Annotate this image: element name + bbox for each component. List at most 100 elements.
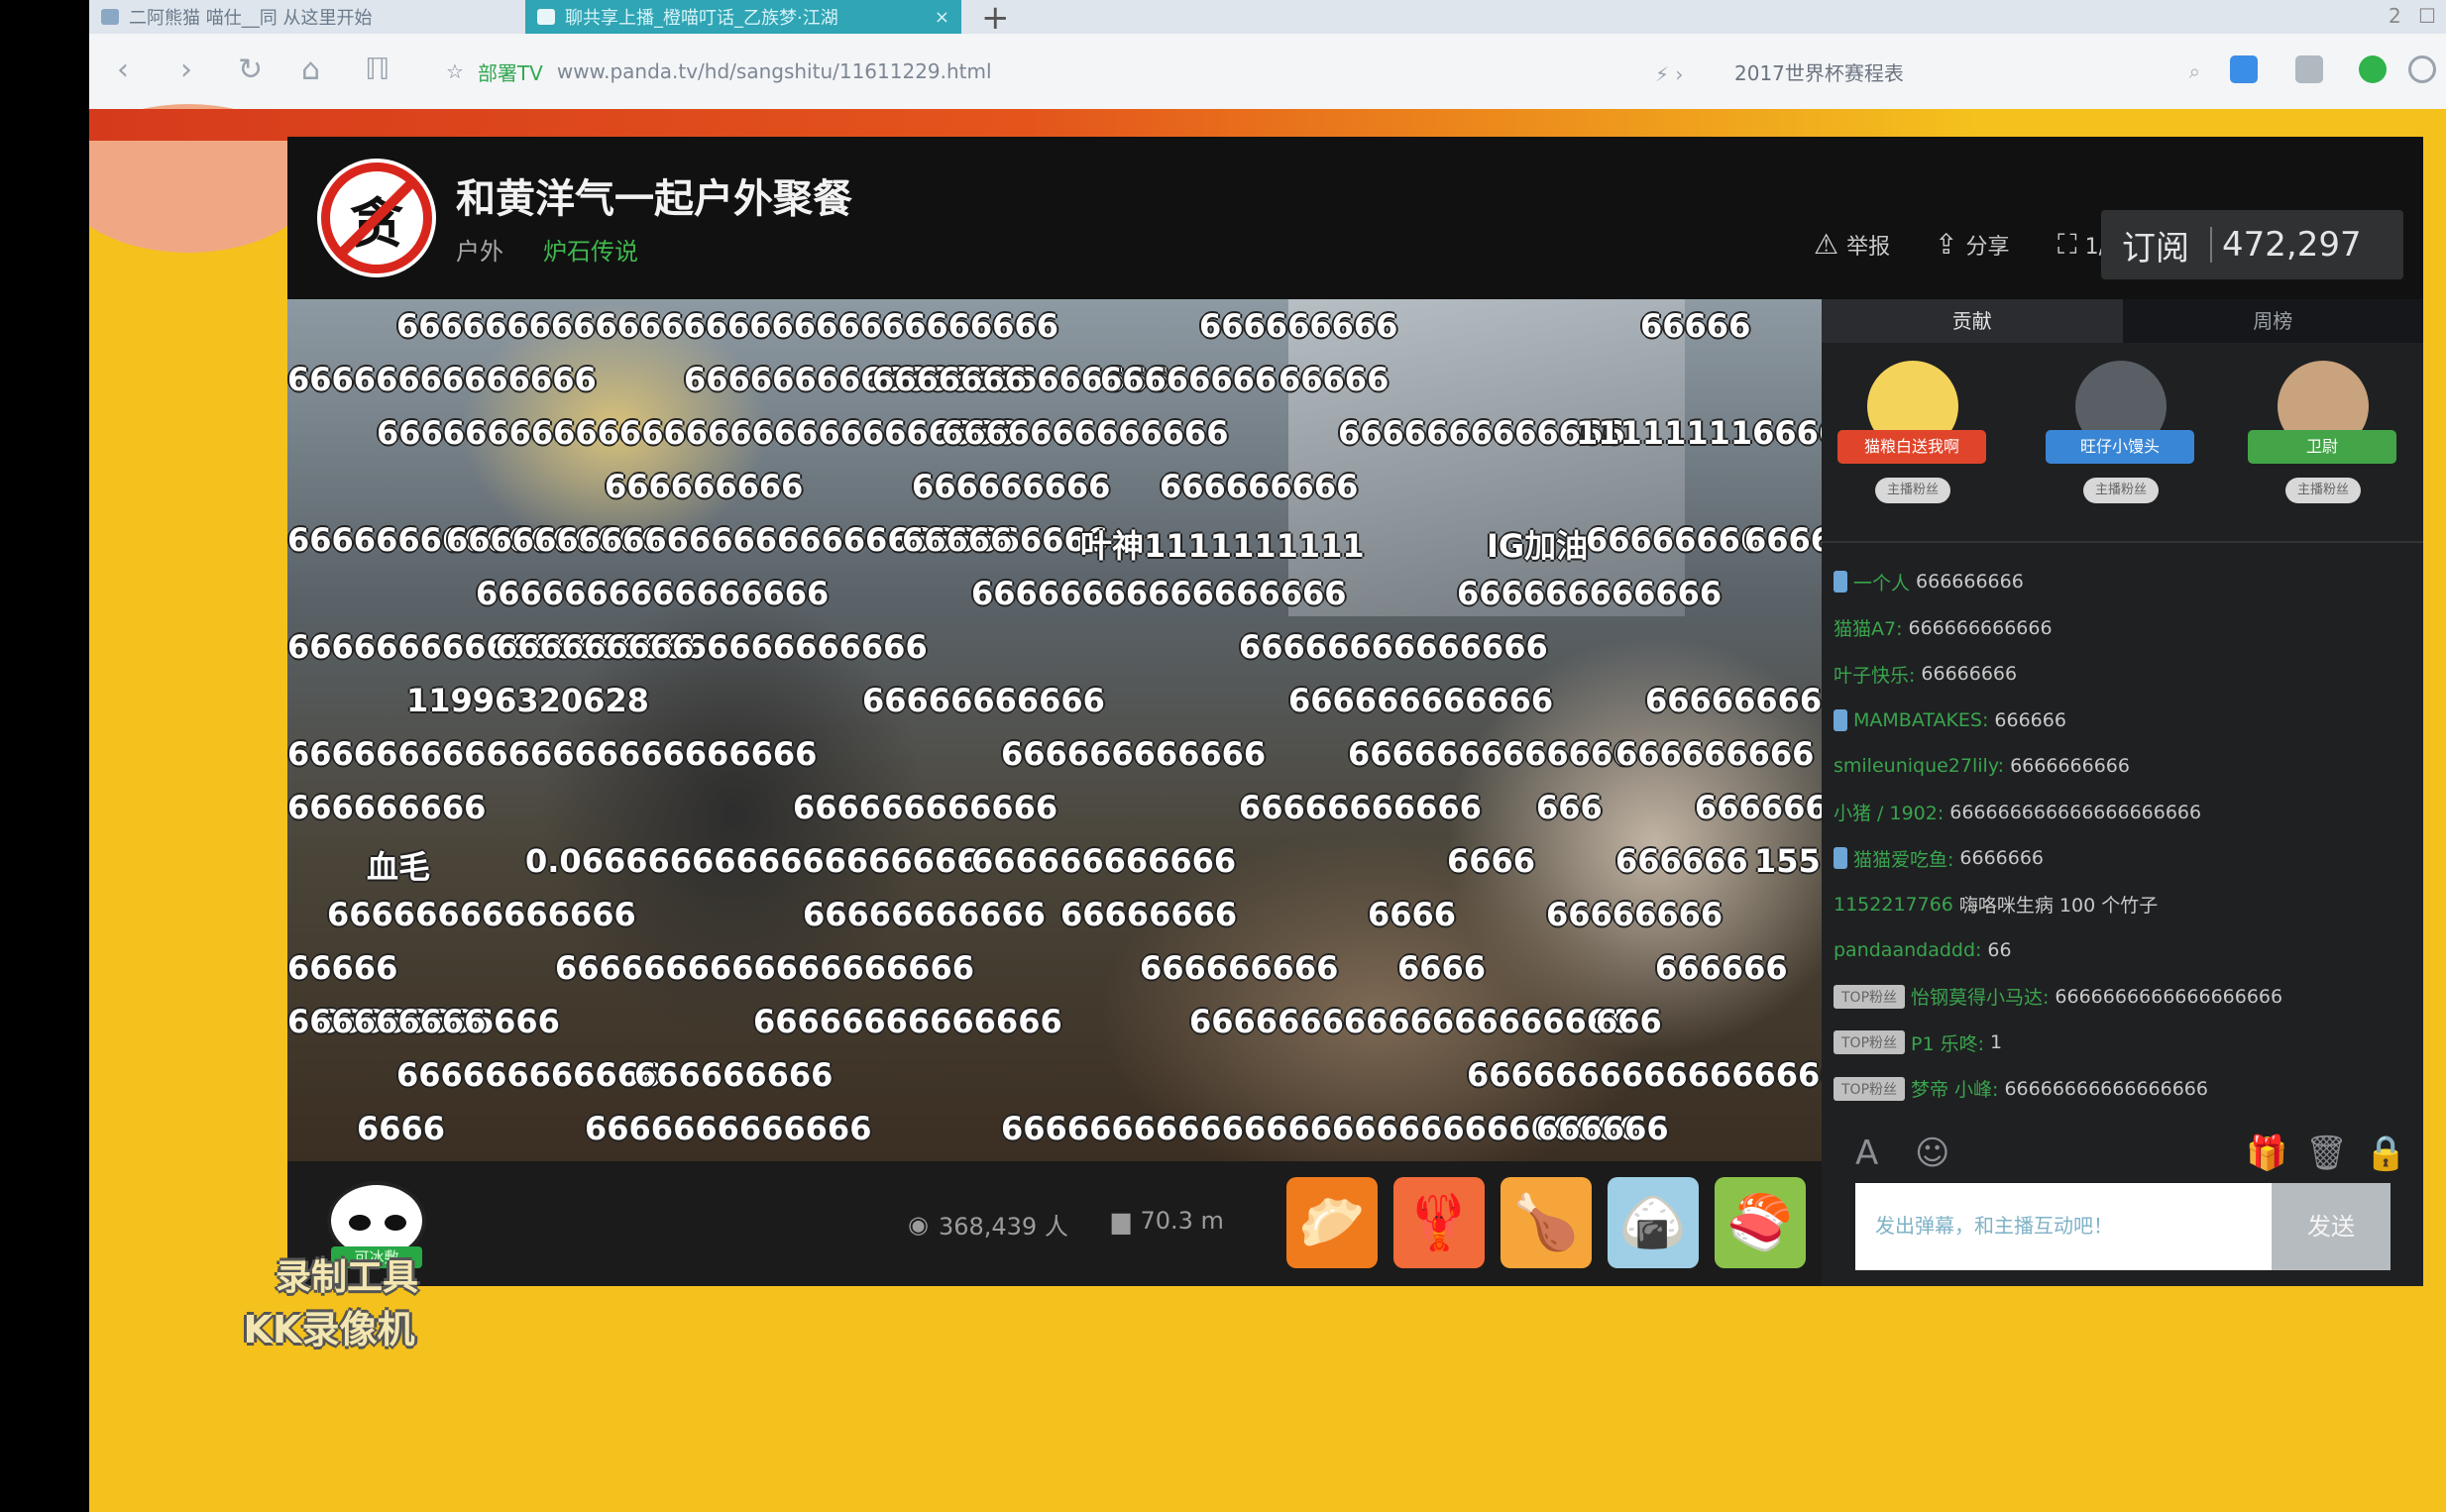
chat-message: 叶子快乐: 66666666: [1834, 651, 2418, 698]
url-extras[interactable]: ⚡ ›: [1655, 59, 1683, 89]
gift-box-icon[interactable]: 🎁: [2246, 1134, 2287, 1173]
gift-dumpling-icon[interactable]: 🥟: [1286, 1177, 1378, 1268]
live-room: 贪 和黄洋气一起户外聚餐 户外 炉石传说 ⚠ 举报 ⇪ 分享 ⛶ 1/屏: [287, 137, 2423, 1286]
browser-search-box[interactable]: 2017世界杯赛程表 ⌕: [1734, 54, 2200, 89]
fan-name: 主播粉丝: [2083, 478, 2159, 503]
danmaku-comment: 66666: [287, 949, 398, 987]
danmaku-comment: 66666: [1279, 361, 1390, 398]
minimize-window-icon[interactable]: 2: [2389, 4, 2401, 28]
chat-username[interactable]: 怡钢莫得小马达:: [1911, 983, 2049, 1010]
reader-mode-icon[interactable]: ℿ: [365, 55, 389, 85]
browser-tab-1[interactable]: 二阿熊猫 喵仕__同 从这里开始: [89, 0, 505, 34]
danmaku-comment: 66666666666666666666666666666: [377, 414, 1017, 452]
danmaku-comment: 666666666666: [396, 1056, 662, 1094]
fan-card[interactable]: 旺仔小馒头 主播粉丝: [2046, 361, 2194, 529]
tab-weekly[interactable]: 周榜: [2123, 299, 2424, 343]
maximize-window-icon[interactable]: ☐: [2418, 4, 2436, 28]
chat-text: 嗨咯咪生病 100 个竹子: [1958, 895, 2159, 918]
subscribe-button[interactable]: 订阅 472,297: [2101, 210, 2403, 279]
chat-username[interactable]: smileunique27lily:: [1834, 755, 2004, 777]
danmaku-comment: 66666: [902, 521, 1013, 559]
chat-text: 6666666: [1959, 847, 2045, 870]
chat-username[interactable]: MAMBATAKES:: [1853, 709, 1988, 731]
fan-tag: TOP粉丝: [1834, 1076, 1906, 1101]
chat-message: MAMBATAKES: 666666: [1834, 698, 2418, 744]
trash-icon[interactable]: 🗑: [2305, 1134, 2348, 1173]
tab-contribution[interactable]: 贡献: [1822, 299, 2123, 343]
danmaku-comment: 6666: [1397, 949, 1487, 987]
chat-message-list[interactable]: 一个人 666666666 猫猫A7: 666666666666 叶子快乐: 666666…: [1834, 559, 2418, 1112]
gift-drumstick-icon[interactable]: 🍗: [1501, 1177, 1592, 1268]
chat-message: pandaandaddd: 66: [1834, 927, 2418, 974]
bookmark-star-icon[interactable]: ☆: [446, 59, 464, 83]
gift-riceball-icon[interactable]: 🍙: [1608, 1177, 1699, 1268]
chat-username[interactable]: 猫猫A7:: [1834, 614, 1903, 641]
extension-icon[interactable]: [2359, 55, 2387, 83]
chat-username[interactable]: 梦帝 小峰:: [1911, 1075, 1998, 1102]
streamer-avatar[interactable]: 贪: [309, 151, 444, 285]
danmaku-comment: 666666666666: [1457, 575, 1723, 612]
report-label: 举报: [1846, 234, 1891, 260]
fan-card[interactable]: 猫粮白送我啊 主播粉丝: [1837, 361, 1986, 529]
danmaku-comment: 6666: [1447, 842, 1536, 880]
danmaku-comment: 6666666666666: [1348, 735, 1635, 773]
panda-eye: [385, 1215, 406, 1231]
panda-eye: [349, 1215, 371, 1231]
chat-panel: 贡献 周榜 猫粮白送我啊 主播粉丝 旺仔小馒头 主播粉丝 卫尉 主播粉丝 一个人…: [1822, 299, 2423, 1286]
back-icon[interactable]: ‹: [117, 55, 129, 85]
forward-icon[interactable]: ›: [180, 55, 192, 85]
danmaku-comment: 66666: [1640, 307, 1751, 345]
lock-icon[interactable]: 🔒: [2365, 1134, 2406, 1173]
gift-sushi-icon[interactable]: 🍣: [1715, 1177, 1806, 1268]
danmaku-comment: 666: [1536, 789, 1603, 826]
new-tab-button[interactable]: +: [981, 0, 1010, 38]
danmaku-comment: 66666666: [1586, 521, 1763, 559]
gift-lobster-icon[interactable]: 🦞: [1393, 1177, 1485, 1268]
phone-icon[interactable]: [2230, 55, 2258, 83]
danmaku-comment: 666666666: [912, 468, 1111, 505]
danmaku-comment: 0.0666666666666666666: [525, 842, 979, 880]
video-player[interactable]: 666666666666666666666666666666 666666666 6…: [287, 299, 1822, 1161]
fan-card[interactable]: 卫尉 主播粉丝: [2248, 361, 2396, 529]
chat-username[interactable]: P1 乐咚:: [1911, 1029, 1984, 1056]
danmaku-comment: 666666666: [634, 1056, 834, 1094]
security-label: 部署TV: [477, 60, 543, 85]
badge-icon: [1834, 571, 1847, 594]
chat-toolbar: A ☺ 🎁 🗑 🔒: [1822, 1122, 2423, 1181]
fullscreen-icon: ⛶: [2057, 228, 2077, 261]
url-text[interactable]: www.panda.tv/hd/sangshitu/11611229.html: [557, 59, 992, 83]
emoji-icon[interactable]: ☺: [1915, 1134, 1949, 1173]
chat-username[interactable]: 一个人: [1853, 569, 1910, 595]
chat-username[interactable]: 叶子快乐:: [1834, 661, 1915, 688]
chat-username[interactable]: 小猪 / 1902:: [1834, 799, 1944, 825]
screenshot-icon[interactable]: [2295, 55, 2323, 83]
browser-nav-bar: ‹ › ↻ ⌂ ℿ ☆ 部署TV www.panda.tv/hd/sangshi…: [89, 34, 2446, 110]
chat-username[interactable]: 1152217766: [1834, 894, 1953, 916]
chat-username[interactable]: 猫猫爱吃鱼:: [1853, 845, 1953, 872]
undo-icon[interactable]: [2408, 55, 2436, 83]
viewer-count-text: 368,439 人: [938, 1213, 1068, 1241]
search-icon[interactable]: ⌕: [2189, 59, 2200, 83]
home-icon[interactable]: ⌂: [301, 55, 320, 85]
text-style-icon[interactable]: A: [1855, 1134, 1878, 1173]
share-button[interactable]: ⇪ 分享: [1935, 228, 2009, 261]
chat-message: 小猪 / 1902: 666666666666666666666: [1834, 790, 2418, 836]
danmaku-comment: 666666666: [1140, 949, 1339, 987]
watermark-line2: KK录像机: [243, 1308, 415, 1351]
browser-tab-active[interactable]: 聊共享上播_橙喵叮话_乙族梦·江湖 ×: [525, 0, 961, 34]
danmaku-comment: 66666666: [1100, 361, 1278, 398]
chat-message: TOP粉丝 梦帝 小峰: 66666666666666666: [1834, 1066, 2418, 1113]
room-category[interactable]: 户外: [456, 232, 503, 267]
chat-message: 1152217766 嗨咯咪生病 100 个竹子: [1834, 882, 2418, 928]
send-button[interactable]: 发送: [2272, 1183, 2390, 1270]
danmaku-comment: 66666666666: [803, 896, 1046, 933]
chat-text: 1: [1990, 1031, 2003, 1054]
warning-icon: ⚠: [1814, 228, 1839, 261]
reload-icon[interactable]: ↻: [238, 55, 263, 85]
danmaku-comment: 66666666666666: [327, 896, 636, 933]
chat-username[interactable]: pandaandaddd:: [1834, 939, 1981, 961]
report-button[interactable]: ⚠ 举报: [1814, 228, 1890, 261]
fan-ribbon: 卫尉: [2248, 430, 2396, 464]
close-tab-icon[interactable]: ×: [935, 7, 949, 28]
chat-input[interactable]: [1855, 1183, 2272, 1270]
